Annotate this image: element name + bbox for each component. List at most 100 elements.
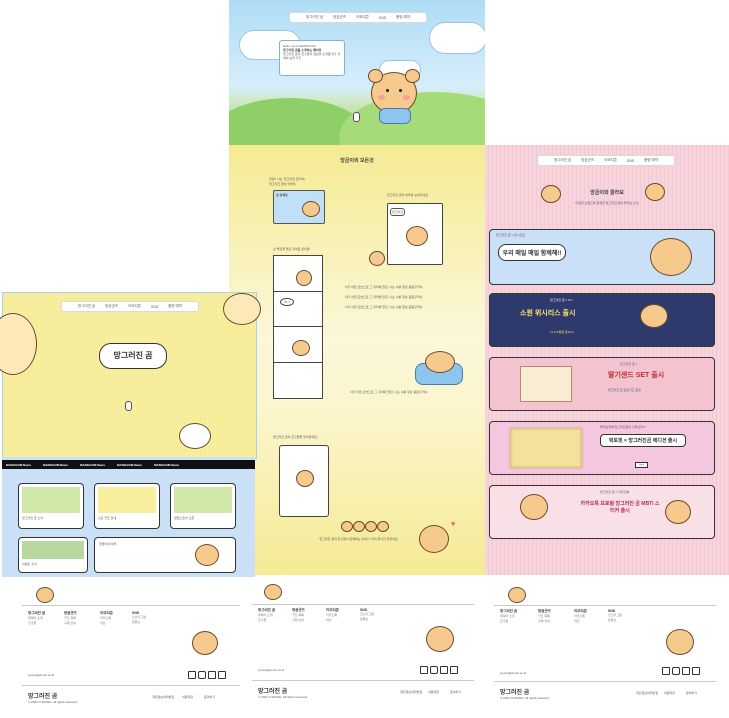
bear-character bbox=[666, 629, 694, 655]
footer-link[interactable]: 이용약관 bbox=[182, 695, 193, 699]
footer-link[interactable]: 유튜브 bbox=[360, 617, 374, 622]
bear-character bbox=[292, 340, 310, 356]
news-card[interactable]: 망그러진 곰 소식 bbox=[18, 483, 84, 529]
instagram-icon[interactable] bbox=[430, 666, 438, 674]
bear-character bbox=[425, 351, 455, 373]
news-card-title: 망그러진 곰 소식 bbox=[22, 516, 43, 520]
comic-caption: 난 좋은게 많은 귀여운 곰이랑! bbox=[273, 247, 311, 251]
footer-col: 이모티콘 카카오톡 라인 bbox=[100, 611, 113, 626]
news-card-title: 이벤트 소식 bbox=[22, 562, 37, 566]
ending-text: 망그러진 곰과 친구들이 함께하는 이야기, 아직 끝나지 않았어요. bbox=[319, 537, 399, 541]
footer-link[interactable]: 라인 bbox=[326, 618, 339, 623]
comic-phone bbox=[279, 445, 329, 517]
footer-link[interactable]: 구매 안내 bbox=[292, 618, 305, 623]
blog-icon[interactable] bbox=[188, 671, 196, 679]
footer-email[interactable]: yumin@yumin.co.kr bbox=[258, 668, 284, 672]
footer-link[interactable]: 개인정보처리방침 bbox=[636, 691, 658, 695]
nav-item-emoticon[interactable]: 이모티콘 bbox=[356, 15, 369, 20]
top-nav: 망그러진 곰 망곰굿즈 이모티콘 SNS 춤방 예약 bbox=[537, 155, 675, 166]
footer-link[interactable]: 문의하기 bbox=[204, 695, 215, 699]
collab-subtitle: 다양한 브랜드와 함께한 망그러진 곰의 콜라보 소식 bbox=[575, 201, 639, 205]
news-card[interactable]: 팝업스토어 오픈 bbox=[170, 483, 236, 529]
news-card[interactable]: 망곰이의 하루 bbox=[94, 537, 236, 573]
footer-link[interactable]: 유튜브 bbox=[132, 620, 146, 625]
footer-link[interactable]: 문의하기 bbox=[686, 691, 697, 695]
scroll-mouse-icon[interactable] bbox=[125, 401, 132, 411]
nav-item-booking[interactable]: 춤방 예약 bbox=[168, 304, 182, 309]
collab-banner-1[interactable]: 망그러진 곰 × 유니코르 우리 매일 매일 함께해!! bbox=[489, 229, 715, 285]
bear-character bbox=[419, 525, 449, 553]
heart-icon: ♥ bbox=[451, 521, 456, 528]
banner-headline: 럭토핏 × 망그러진곰 에디션 출시 bbox=[600, 434, 686, 447]
bear-character bbox=[508, 587, 526, 603]
footer-email[interactable]: yumin@yumin.co.kr bbox=[28, 673, 54, 677]
collab-banner-2[interactable]: 망그러진 곰 × CU 소원 위시리스 출시 11 & 6월일 정12시 bbox=[489, 293, 715, 347]
footer-link[interactable]: 친구들 bbox=[28, 621, 45, 626]
footer-link[interactable]: 유튜브 bbox=[608, 618, 622, 623]
footer-link[interactable]: 개인정보처리방침 bbox=[152, 695, 174, 699]
nav-item-bear[interactable]: 망그러진 곰 bbox=[554, 158, 571, 163]
nav-item-emoticon[interactable]: 이모티콘 bbox=[604, 158, 617, 163]
collab-banner-5[interactable]: 망그러진 곰 × 카카오톡 카카오톡 프로필 망그러진 곰 MBTI 스티커 출… bbox=[489, 485, 715, 539]
nav-item-sns[interactable]: SNS bbox=[379, 16, 386, 20]
collab-banner-3[interactable]: 망그러진 곰 × 딸기샌드 SET 출시 망그러진 곰 포토카드 증정 bbox=[489, 357, 715, 411]
nav-item-goods[interactable]: 망곰굿즈 bbox=[581, 158, 594, 163]
story-text-3: 너가 어떤 모습으로 그 자리에 있던, 나는 너를 항상 응원할거야. bbox=[344, 305, 424, 309]
banner-brand: 망그러진 곰 × bbox=[620, 362, 638, 366]
youtube-icon[interactable] bbox=[208, 671, 216, 679]
footer-col: 망그러진 곰 캐릭터 소개 친구들 bbox=[28, 611, 45, 626]
nav-item-bear[interactable]: 망그러진 곰 bbox=[78, 304, 95, 309]
bear-character bbox=[192, 631, 218, 655]
comic-panel: 망그러진 bbox=[387, 203, 443, 265]
nav-item-sns[interactable]: SNS bbox=[151, 305, 158, 309]
hero-section: 망그러진 곰 망곰굿즈 이모티콘 SNS 춤방 예약 Hello. we're … bbox=[229, 0, 485, 145]
footer-link[interactable]: 구매 안내 bbox=[538, 619, 551, 624]
youtube-icon[interactable] bbox=[440, 666, 448, 674]
blog-icon[interactable] bbox=[662, 667, 670, 675]
footer-col: SNS 인스타그램 유튜브 bbox=[608, 609, 622, 623]
footer-link[interactable]: 이용약관 bbox=[664, 691, 675, 695]
bear-shirt bbox=[379, 108, 411, 124]
footer-email[interactable]: yumin@yumin.co.kr bbox=[500, 671, 526, 675]
footer-copyright: © 2024 YURANG. All rights reserved. bbox=[258, 695, 308, 699]
bear-character bbox=[36, 587, 54, 603]
footer-copyright: © 2024 YURANG. All rights reserved. bbox=[28, 700, 78, 704]
footer-link[interactable]: 이용약관 bbox=[428, 690, 439, 694]
scroll-mouse-icon[interactable] bbox=[353, 112, 360, 122]
bear-character bbox=[377, 521, 389, 532]
banner-headline: 딸기샌드 SET 출시 bbox=[608, 372, 665, 379]
collab-banner-4[interactable]: 올리브영에 망그러진곰이 나타났다?! 럭토핏 × 망그러진곰 에디션 출시 ?… bbox=[489, 421, 715, 475]
news-card[interactable]: 이벤트 소식 bbox=[18, 537, 88, 573]
nav-item-booking[interactable]: 춤방 예약 bbox=[396, 15, 410, 20]
footer-link[interactable]: 라인 bbox=[100, 621, 113, 626]
news-card[interactable]: 신규 굿즈 안내 bbox=[94, 483, 160, 529]
news-ticker: MANGGOM News MANGGOM News MANGGOM News M… bbox=[2, 460, 255, 469]
news-ticker-item: MANGGOM News bbox=[154, 462, 180, 467]
nav-item-booking[interactable]: 춤방 예약 bbox=[644, 158, 658, 163]
footer-link[interactable]: 구매 안내 bbox=[64, 621, 77, 626]
collab-title: 망곰이와 콜라보 bbox=[590, 190, 624, 196]
intro-text-2: 망그러진 곰이 되었어. bbox=[269, 182, 297, 186]
x-icon[interactable] bbox=[450, 666, 458, 674]
bear-character bbox=[365, 521, 377, 532]
youtube-icon[interactable] bbox=[682, 667, 690, 675]
nav-item-bear[interactable]: 망그러진 곰 bbox=[306, 15, 323, 20]
nav-item-emoticon[interactable]: 이모티콘 bbox=[128, 304, 141, 309]
instagram-icon[interactable] bbox=[672, 667, 680, 675]
instagram-icon[interactable] bbox=[198, 671, 206, 679]
banner-brand: 올리브영에 망그러진곰이 나타났다?! bbox=[600, 425, 646, 429]
blog-icon[interactable] bbox=[420, 666, 428, 674]
footer-col: 망그러진 곰 캐릭터 소개 친구들 bbox=[258, 608, 275, 623]
story-text-2: 너가 어떤 모습으로 그 자리에 있던, 나는 너를 항상 응원할거야. bbox=[344, 295, 424, 299]
footer-link[interactable]: 문의하기 bbox=[450, 690, 461, 694]
nav-item-goods[interactable]: 망곰굿즈 bbox=[333, 15, 346, 20]
nav-item-goods[interactable]: 망곰굿즈 bbox=[105, 304, 118, 309]
intro-section: 망곰이의 모든것 안녕? 나는 '망그러진 곰'이야. 망그러진 곰이 되었어.… bbox=[229, 145, 485, 575]
x-icon[interactable] bbox=[692, 667, 700, 675]
footer-link[interactable]: 친구들 bbox=[500, 619, 517, 624]
footer-link[interactable]: 친구들 bbox=[258, 618, 275, 623]
footer-link[interactable]: 라인 bbox=[574, 619, 587, 624]
x-icon[interactable] bbox=[218, 671, 226, 679]
footer-link[interactable]: 개인정보처리방침 bbox=[400, 690, 422, 694]
nav-item-sns[interactable]: SNS bbox=[627, 159, 634, 163]
